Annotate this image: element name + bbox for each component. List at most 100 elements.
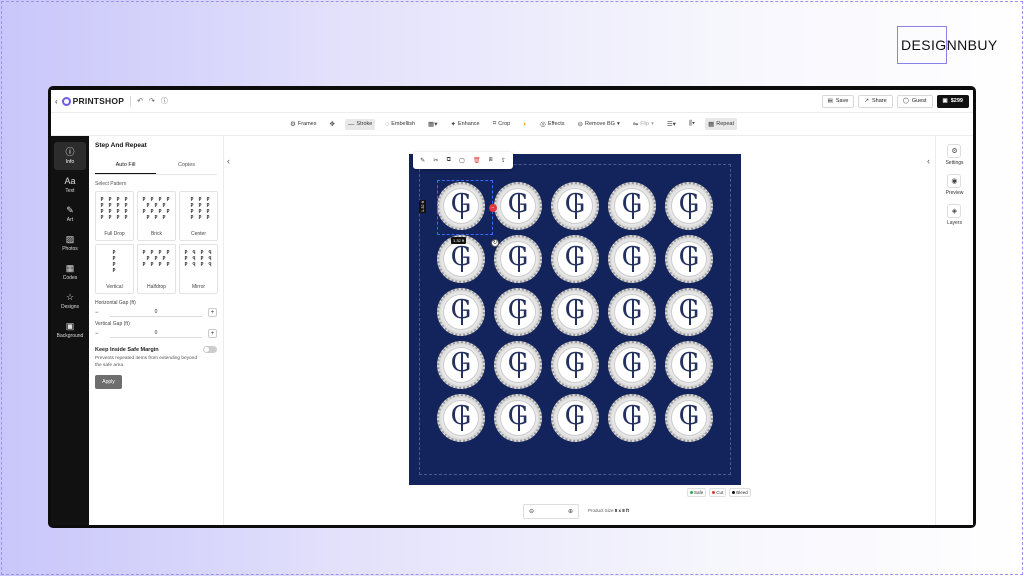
rotate-handle-icon[interactable]: ↻ [491, 239, 499, 247]
remove-handle-icon[interactable]: − [489, 204, 497, 212]
pattern-option-brick[interactable]: P P P P P P P P P P P P P P Brick [137, 191, 176, 241]
repeated-logo-item[interactable]: G [608, 182, 656, 230]
color-tool[interactable]: ◐ [520, 119, 530, 130]
repeated-logo-item[interactable]: G [665, 394, 713, 442]
pattern-option-halfdrop[interactable]: P P P P P P P P P P P Halfdrop [137, 244, 176, 294]
grid-tool[interactable]: ▦▾ [425, 118, 440, 130]
rail-item-text[interactable]: Aa Text [54, 171, 86, 199]
repeated-logo-item[interactable]: G [494, 235, 542, 283]
edit-icon[interactable]: ✎ [420, 157, 425, 164]
vertical-gap-input[interactable]: 0 [110, 330, 202, 338]
pattern-option-full-drop[interactable]: P P P P P P P P P P P P P P P P Full Drop [95, 191, 134, 241]
undo-icon[interactable]: ↶ [137, 97, 143, 105]
repeated-logo-item[interactable]: G [608, 235, 656, 283]
repeated-logo-item[interactable]: G [551, 182, 599, 230]
decrement-button[interactable]: − [95, 331, 104, 337]
align-icon: ☰▾ [666, 121, 676, 128]
redo-icon[interactable]: ↷ [149, 97, 155, 105]
repeated-logo-item[interactable]: G [551, 394, 599, 442]
horizontal-gap-input[interactable]: 0 [110, 309, 202, 317]
repeated-logo-item[interactable]: G [551, 235, 599, 283]
collapse-left-panel-icon[interactable]: ‹ [227, 156, 230, 166]
tab-copies[interactable]: Copies [156, 159, 217, 174]
right-rail-item-preview[interactable]: ◉ Preview [946, 174, 963, 196]
repeated-logo-item[interactable]: G [437, 341, 485, 389]
rail-item-label: Designs [60, 303, 80, 310]
repeated-logo-item[interactable]: G [551, 288, 599, 336]
right-rail-item-layers[interactable]: ◈ Layers [947, 204, 962, 226]
crop-tool[interactable]: ⌗ Crop [490, 118, 514, 130]
pattern-option-vertical[interactable]: P P P P Vertical [95, 244, 134, 294]
logo-bar [632, 299, 634, 325]
rail-item-photos[interactable]: ▨ Photos [54, 229, 86, 257]
trash-icon[interactable]: 🗑 [473, 157, 481, 164]
cart-price-button[interactable]: ▣ $299 [936, 94, 969, 108]
repeated-logo-item[interactable]: G [608, 394, 656, 442]
pattern-option-mirror[interactable]: P ꟼ P ꟼ P ꟼ P ꟼ P ꟼ P ꟼ Mirror [179, 244, 218, 294]
layers-stack-icon[interactable]: ⧈ [489, 157, 493, 164]
repeated-logo-item[interactable]: G [551, 341, 599, 389]
frames-tool[interactable]: ⚙ Frames [287, 118, 319, 130]
increment-button[interactable]: + [208, 308, 217, 317]
embellish-tool[interactable]: ◌ Embellish [382, 119, 418, 130]
selection-box[interactable] [437, 180, 493, 235]
repeated-logo-item[interactable]: G [665, 235, 713, 283]
move-tool[interactable]: ✥ [326, 118, 337, 130]
repeated-logo-item[interactable]: G [608, 341, 656, 389]
repeated-logo-item[interactable]: G [608, 288, 656, 336]
safe-margin-row: Keep Inside Safe Margin [95, 346, 217, 353]
pattern-name: Full Drop [104, 231, 125, 237]
increment-button[interactable]: + [208, 329, 217, 338]
logo-bar [518, 405, 520, 431]
repeated-logo-item[interactable]: G [494, 288, 542, 336]
enhance-tool[interactable]: ✦ Enhance [447, 118, 482, 130]
rail-item-codes[interactable]: ▦ Codes [54, 258, 86, 286]
safe-margin-title: Keep Inside Safe Margin [95, 346, 159, 353]
repeated-logo-item[interactable]: G [437, 394, 485, 442]
repeated-logo-item[interactable]: G [494, 394, 542, 442]
text-icon: Aa [64, 175, 76, 186]
zoom-in-icon[interactable]: ⊕ [568, 508, 573, 515]
right-rail-item-settings[interactable]: ⚙ Settings [945, 144, 964, 166]
effects-tool[interactable]: ◎ Effects [537, 118, 567, 130]
rail-item-designs[interactable]: ☆ Designs [54, 287, 86, 315]
zoom-out-icon[interactable]: ⊖ [529, 508, 534, 515]
remove-bg-tool[interactable]: ⊖ Remove BG ▾ [575, 118, 623, 130]
stroke-tool[interactable]: — Stroke [344, 118, 376, 130]
repeated-logo-item[interactable]: G [437, 288, 485, 336]
repeated-logo-item[interactable]: G [665, 341, 713, 389]
repeated-logo-item[interactable]: G [494, 341, 542, 389]
repeated-logo-item[interactable]: G [665, 288, 713, 336]
flip-tool[interactable]: ⇋ Flip ▾ [630, 118, 657, 130]
rail-item-info[interactable]: ⓘ Info [54, 142, 86, 170]
tab-auto-fill[interactable]: Auto Fill [95, 159, 156, 174]
legend-item-bleed: Bleed [729, 488, 751, 497]
move-icon: ✥ [329, 121, 335, 128]
scissors-icon[interactable]: ✂ [433, 157, 438, 164]
repeat-label: Repeat [716, 121, 734, 127]
collapse-right-panel-icon[interactable]: ‹ [927, 156, 930, 166]
repeated-logo-item[interactable]: G [665, 182, 713, 230]
distribute-tool[interactable]: ⫼▾ [686, 118, 698, 130]
copy-icon[interactable]: ▢ [459, 157, 465, 164]
apply-button[interactable]: Apply [95, 375, 122, 389]
app-logo[interactable]: PRINTSHOP [61, 96, 124, 106]
embellish-label: Embellish [391, 121, 416, 127]
decrement-button[interactable]: − [95, 310, 104, 316]
rail-item-art[interactable]: ✎ Art [54, 200, 86, 228]
rail-item-background[interactable]: ▣ Background [54, 316, 86, 344]
repeat-tool[interactable]: ▦ Repeat [705, 118, 737, 130]
safe-margin-toggle[interactable] [203, 346, 217, 353]
eye-icon: ◉ [947, 174, 962, 188]
save-button[interactable]: ▤ Save [821, 94, 855, 108]
rail-item-label: Codes [62, 274, 78, 281]
help-icon[interactable]: ⓘ [161, 96, 168, 106]
back-arrow-icon[interactable]: ‹ [55, 97, 58, 106]
repeated-logo-item[interactable]: G [494, 182, 542, 230]
pattern-option-center[interactable]: P P P P P P P P P P P P Center [179, 191, 218, 241]
duplicate-icon[interactable]: ⧉ [447, 157, 451, 164]
share-button[interactable]: ↗ Share [858, 94, 893, 108]
align-tool[interactable]: ☰▾ [664, 118, 679, 130]
guest-button[interactable]: ◯ Guest [896, 94, 933, 108]
upload-icon[interactable]: ⇪ [501, 157, 506, 164]
